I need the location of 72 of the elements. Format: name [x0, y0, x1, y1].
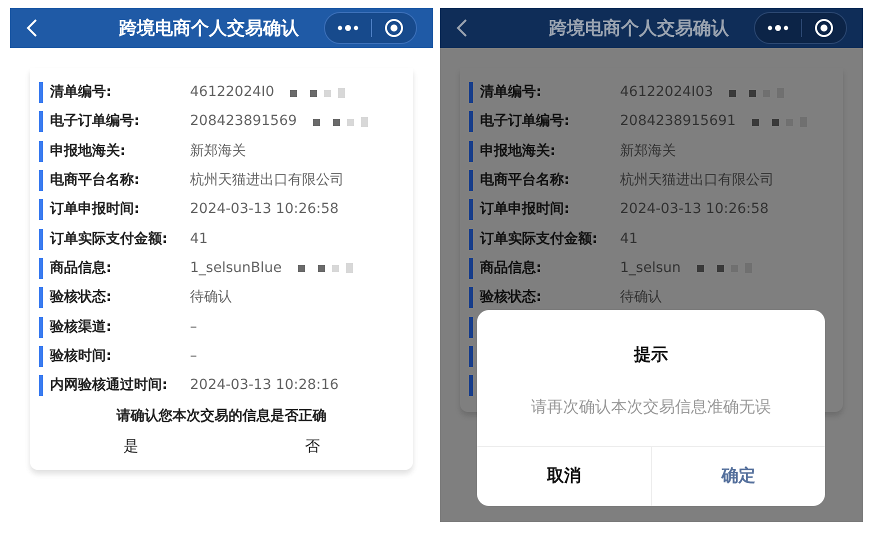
dialog-title: 提示	[632, 344, 669, 367]
field-label: 订单实际支付金额:	[50, 230, 169, 249]
field-value: 46122024I03	[620, 83, 714, 102]
field-label: 内网验核通过时间:	[50, 376, 169, 396]
field-value: 2024-03-13 10:26:58	[620, 200, 769, 220]
field-label: 商品信息:	[480, 258, 543, 278]
row-marker	[469, 316, 473, 338]
field-value: 杭州天猫进出口有限公司	[620, 171, 774, 190]
field-label: 订单申报时间:	[480, 200, 571, 220]
cancel-button[interactable]: 取消	[477, 447, 652, 506]
row-marker	[39, 199, 43, 220]
field-value: 新郑海关	[620, 142, 676, 161]
field-value: 41	[620, 230, 638, 249]
field-value: 41	[190, 230, 208, 249]
field-label: 电商平台名称:	[50, 170, 141, 190]
row-marker	[469, 170, 473, 192]
no-button[interactable]: 否	[288, 435, 336, 458]
field-label: 清单编号:	[50, 83, 113, 102]
field-label: 商品信息:	[50, 258, 113, 278]
field-value: 46122024I0	[190, 83, 274, 102]
field-value: –	[190, 318, 197, 337]
yes-button[interactable]: 是	[107, 435, 154, 458]
row-marker	[469, 287, 473, 308]
field-label: 电子订单编号:	[480, 112, 571, 132]
row-marker	[469, 82, 473, 104]
row-marker	[469, 375, 473, 396]
row-marker	[469, 346, 473, 367]
page-title: 跨境电商个人交易确认	[548, 16, 730, 40]
row-marker	[39, 258, 43, 279]
field-label: 电子订单编号:	[50, 112, 141, 132]
field-value: 1_selsunBlue	[190, 258, 282, 278]
row-marker	[39, 228, 43, 250]
field-label: 验核渠道:	[50, 318, 113, 337]
field-value: 待确认	[620, 288, 662, 308]
row-marker	[39, 316, 43, 338]
field-value: 新郑海关	[190, 142, 246, 161]
row-marker	[39, 170, 43, 192]
field-label: 申报地海关:	[480, 142, 557, 161]
page-title: 跨境电商个人交易确认	[118, 16, 300, 40]
field-value: 待确认	[190, 288, 232, 308]
row-marker	[39, 140, 43, 162]
field-value: 1_selsun	[620, 258, 681, 278]
row-marker	[469, 228, 473, 250]
field-label: 订单申报时间:	[50, 200, 141, 220]
field-value: 2084238915691	[620, 112, 736, 132]
row-marker	[469, 258, 473, 279]
field-label: 验核状态:	[50, 288, 113, 308]
row-marker	[469, 111, 473, 132]
field-label: 验核状态:	[480, 288, 543, 308]
row-marker	[39, 82, 43, 104]
row-marker	[39, 375, 43, 396]
row-marker	[39, 111, 43, 132]
field-value: 2024-03-13 10:26:58	[190, 200, 339, 220]
row-marker	[469, 140, 473, 162]
field-value: –	[190, 346, 197, 366]
field-label: 订单实际支付金额:	[480, 230, 599, 249]
back-icon[interactable]	[456, 18, 468, 38]
more-icon[interactable]	[767, 25, 789, 31]
field-value: 杭州天猫进出口有限公司	[190, 171, 344, 190]
more-icon[interactable]	[337, 25, 359, 31]
row-marker	[39, 346, 43, 367]
row-marker	[469, 199, 473, 220]
field-label: 验核时间:	[50, 346, 113, 366]
field-label: 清单编号:	[480, 83, 543, 102]
field-label: 电商平台名称:	[480, 170, 571, 190]
confirm-question: 请确认您本次交易的信息是否正确	[116, 406, 326, 426]
field-label: 申报地海关:	[50, 142, 127, 161]
confirm-button[interactable]: 确定	[652, 447, 825, 506]
field-value: 208423891569	[190, 112, 297, 132]
dialog-message: 请再次确认本次交易信息准确无误	[530, 396, 772, 418]
field-value: 2024-03-13 10:28:16	[190, 376, 339, 396]
row-marker	[39, 287, 43, 308]
